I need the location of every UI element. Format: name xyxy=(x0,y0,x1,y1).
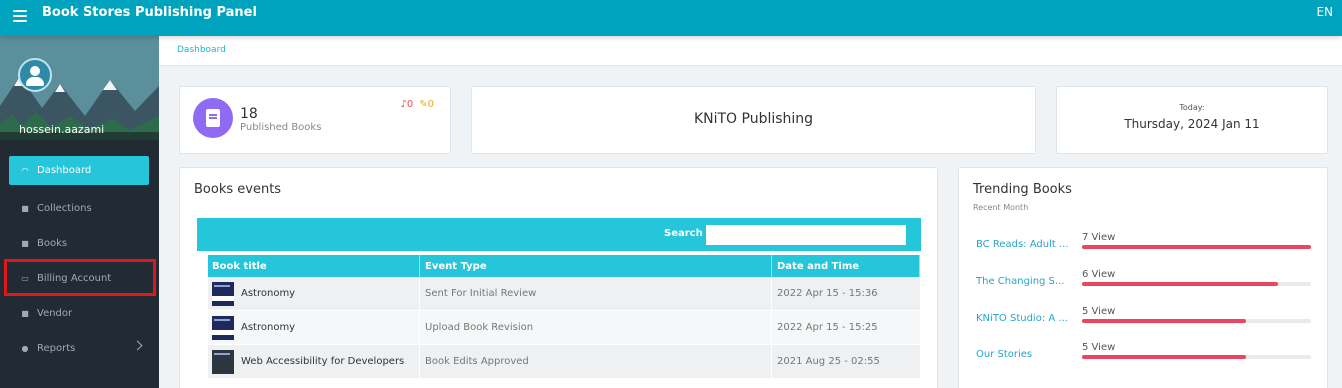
vendor-icon: ■ xyxy=(21,309,29,318)
progress-track xyxy=(1082,355,1311,359)
column-header[interactable]: Event Type xyxy=(420,255,772,277)
search-label: Search xyxy=(664,228,703,239)
event-type: Sent For Initial Review xyxy=(420,277,772,310)
sidebar-item-dashboard[interactable]: ◠ Dashboard xyxy=(9,156,149,185)
published-count: 18 xyxy=(240,106,258,122)
book-title: Web Accessibility for Developers xyxy=(241,356,405,367)
sidebar-item-collections[interactable]: ■ Collections xyxy=(0,191,159,226)
breadcrumb[interactable]: Dashboard xyxy=(177,45,226,55)
sidebar-nav: ◠ Dashboard ■ Collections ■ Books ▭ Bill… xyxy=(0,156,159,366)
search-input[interactable] xyxy=(706,225,906,245)
event-type: Book Edits Approved xyxy=(420,345,772,378)
sidebar-item-reports[interactable]: ● Reports xyxy=(0,331,159,366)
progress-track xyxy=(1082,245,1311,249)
sidebar-item-label: Billing Account xyxy=(37,273,112,284)
table-row[interactable]: Astronomy Upload Book Revision 2022 Apr … xyxy=(208,311,920,345)
trending-item: The Changing S... 6 View xyxy=(976,269,1312,291)
view-count: 5 View xyxy=(1082,306,1116,317)
app-title: Book Stores Publishing Panel xyxy=(42,5,257,20)
trending-book-link[interactable]: Our Stories xyxy=(976,349,1074,360)
profile-header: hossein.aazami xyxy=(0,36,159,140)
published-label: Published Books xyxy=(240,122,322,133)
sidebar-item-label: Dashboard xyxy=(37,165,92,176)
today-card: Today: Thursday, 2024 Jan 11 xyxy=(1056,86,1328,154)
book-cover xyxy=(212,349,234,374)
event-type: Upload Book Revision xyxy=(420,311,772,344)
view-count: 6 View xyxy=(1082,269,1116,280)
trending-item: BC Reads: Adult ... 7 View xyxy=(976,232,1312,254)
sidebar-item-label: Collections xyxy=(37,203,92,214)
event-datetime: 2022 Apr 15 - 15:36 xyxy=(777,288,878,299)
trending-book-link[interactable]: KNiTO Studio: A ... xyxy=(976,313,1074,324)
column-header[interactable]: Book title xyxy=(208,255,420,277)
progress-fill xyxy=(1082,355,1246,359)
stat-icon xyxy=(193,98,233,138)
money-icon: ▭ xyxy=(21,274,29,283)
progress-fill xyxy=(1082,245,1311,249)
publisher-card: KNiTO Publishing xyxy=(471,86,1036,154)
edit-icon: ✎ xyxy=(419,99,428,110)
trending-book-link[interactable]: BC Reads: Adult ... xyxy=(976,239,1074,250)
sidebar-item-label: Vendor xyxy=(37,308,73,319)
edits-badge[interactable]: ✎0 xyxy=(419,99,434,110)
chevron-right-icon xyxy=(132,340,143,351)
book-title: Astronomy xyxy=(241,322,296,333)
trending-books-card: Trending Books Recent Month BC Reads: Ad… xyxy=(958,167,1328,388)
section-title: Trending Books xyxy=(973,182,1072,197)
sidebar-item-label: Reports xyxy=(37,343,76,354)
progress-track xyxy=(1082,319,1311,323)
progress-fill xyxy=(1082,282,1279,286)
top-bar: Book Stores Publishing Panel EN xyxy=(0,0,1342,36)
book-cover xyxy=(212,281,234,306)
events-table: Book title Event Type Date and Time Astr… xyxy=(208,255,920,379)
event-datetime: 2021 Aug 25 - 02:55 xyxy=(777,356,880,367)
books-events-card: Books events Search Book title Event Typ… xyxy=(179,167,938,388)
username: hossein.aazami xyxy=(19,123,105,136)
breadcrumb-bar: Dashboard xyxy=(159,36,1342,66)
trending-book-link[interactable]: The Changing S... xyxy=(976,276,1074,287)
view-count: 5 View xyxy=(1082,342,1116,353)
today-date: Thursday, 2024 Jan 11 xyxy=(1124,117,1260,131)
search-bar: Search xyxy=(197,218,921,251)
badges: ♪0 ✎0 xyxy=(400,99,434,110)
publisher-name: KNiTO Publishing xyxy=(693,111,814,127)
today-label: Today: xyxy=(1179,103,1205,112)
dashboard-icon: ◠ xyxy=(21,166,29,175)
progress-track xyxy=(1082,282,1311,286)
column-header[interactable]: Date and Time xyxy=(772,255,920,277)
trending-item: KNiTO Studio: A ... 5 View xyxy=(976,306,1312,328)
sidebar-item-vendor[interactable]: ■ Vendor xyxy=(0,296,159,331)
avatar[interactable] xyxy=(18,58,52,92)
table-row[interactable]: Web Accessibility for Developers Book Ed… xyxy=(208,345,920,379)
sidebar: hossein.aazami ◠ Dashboard ■ Collections… xyxy=(0,36,159,388)
user-icon: ● xyxy=(21,344,29,353)
language-switch[interactable]: EN xyxy=(1316,5,1333,19)
sidebar-item-billing-account[interactable]: ▭ Billing Account xyxy=(0,261,159,296)
notifications-badge[interactable]: ♪0 xyxy=(400,99,413,110)
view-count: 7 View xyxy=(1082,232,1116,243)
section-subtitle: Recent Month xyxy=(973,203,1029,212)
published-books-card: 18 Published Books ♪0 ✎0 xyxy=(179,86,451,154)
trending-item: Our Stories 5 View xyxy=(976,342,1312,364)
table-row[interactable]: Astronomy Sent For Initial Review 2022 A… xyxy=(208,277,920,311)
book-icon xyxy=(206,109,220,127)
menu-toggle-icon[interactable] xyxy=(13,10,27,22)
sidebar-item-books[interactable]: ■ Books xyxy=(0,226,159,261)
table-header: Book title Event Type Date and Time xyxy=(208,255,920,277)
sidebar-item-label: Books xyxy=(37,238,68,249)
progress-fill xyxy=(1082,319,1246,323)
book-icon: ■ xyxy=(21,239,29,248)
book-title: Astronomy xyxy=(241,288,296,299)
section-title: Books events xyxy=(194,182,282,197)
book-icon: ■ xyxy=(21,204,29,213)
event-datetime: 2022 Apr 15 - 15:25 xyxy=(777,322,878,333)
book-cover xyxy=(212,315,234,340)
